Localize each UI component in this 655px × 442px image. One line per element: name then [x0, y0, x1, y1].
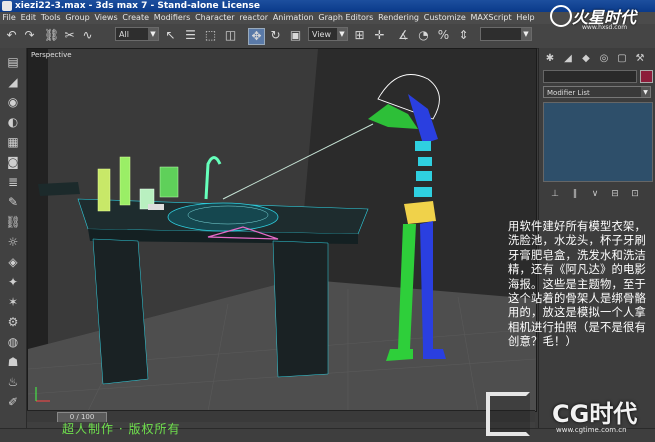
menu-animation[interactable]: Animation: [270, 12, 316, 24]
script-icon[interactable]: ✐: [5, 394, 21, 410]
rotate-icon[interactable]: ↻: [268, 28, 283, 43]
spinner-snap-icon[interactable]: ⇕: [456, 28, 471, 43]
menu-rendering[interactable]: Rendering: [376, 12, 422, 24]
select-object-icon[interactable]: ↖: [163, 28, 178, 43]
chevron-down-icon: ▼: [641, 87, 650, 97]
modifier-stack[interactable]: [543, 102, 653, 182]
angle-snap-icon[interactable]: ◔: [416, 28, 431, 43]
hierarchy-icon[interactable]: ◉: [5, 94, 21, 110]
move-icon[interactable]: ✥: [248, 28, 265, 45]
counter-leg-right: [272, 240, 329, 378]
app-icon: [2, 1, 12, 11]
menu-graph-editors[interactable]: Graph Editors: [316, 12, 376, 24]
chevron-down-icon: ▼: [337, 28, 347, 40]
brush-icon[interactable]: ✎: [5, 194, 21, 210]
link-icon[interactable]: ⛓: [44, 28, 59, 43]
menu-edit[interactable]: Edit: [18, 12, 38, 24]
spacewarp-icon[interactable]: ✶: [5, 294, 21, 310]
basin: [167, 202, 279, 232]
menu-modifiers[interactable]: Modifiers: [151, 12, 192, 24]
modifier-list-dropdown[interactable]: Modifier List ▼: [543, 86, 651, 98]
chevron-down-icon: ▼: [521, 28, 531, 40]
create-tab-icon[interactable]: ✱: [543, 52, 557, 66]
percent-snap-icon[interactable]: %: [436, 28, 451, 43]
object-color-swatch[interactable]: [640, 70, 653, 83]
menu-create[interactable]: Create: [120, 12, 151, 24]
menu-help[interactable]: Help: [514, 12, 537, 24]
render-icon[interactable]: ☗: [5, 354, 21, 370]
annotation-text: 用软件建好所有模型衣架，洗脸池，水龙头，杯子牙刷牙膏肥皂盒，洗发水和洗洁精，还有…: [508, 220, 646, 349]
select-by-name-icon[interactable]: ☰: [183, 28, 198, 43]
env-icon[interactable]: ♨: [5, 374, 21, 390]
scale-icon[interactable]: ▣: [288, 28, 303, 43]
chevron-down-icon: ▼: [148, 28, 158, 40]
menu-group[interactable]: Group: [63, 12, 92, 24]
window-crossing-icon[interactable]: ◫: [223, 28, 238, 43]
modify-icon[interactable]: ◢: [5, 74, 21, 90]
undo-icon[interactable]: ↶: [4, 28, 19, 43]
display-icon[interactable]: ▦: [5, 134, 21, 150]
cgtime-logo: CG时代 www.cgtime.com.cn: [480, 388, 655, 442]
create-icon[interactable]: ▤: [5, 54, 21, 70]
reference-coord-dropdown[interactable]: View ▼: [308, 27, 348, 41]
menu-reactor[interactable]: reactor: [237, 12, 270, 24]
system-icon[interactable]: ⚙: [5, 314, 21, 330]
show-end-result-icon[interactable]: ‖: [569, 188, 581, 200]
viewport-label[interactable]: Perspective: [31, 51, 72, 59]
menu-views[interactable]: Views: [92, 12, 120, 24]
configure-sets-icon[interactable]: ⊡: [629, 188, 641, 200]
pivot-center-icon[interactable]: ⊞: [352, 28, 367, 43]
display-tab-icon[interactable]: ▢: [615, 52, 629, 66]
cgtime-logo-mark: [486, 392, 530, 436]
hierarchy-tab-icon[interactable]: ◆: [579, 52, 593, 66]
link-tool-icon[interactable]: ⛓: [5, 214, 21, 230]
unlink-icon[interactable]: ✂: [62, 28, 77, 43]
utilities-icon[interactable]: ◙: [5, 154, 21, 170]
scene-render: [28, 49, 536, 411]
redo-icon[interactable]: ↷: [22, 28, 37, 43]
menu-file[interactable]: File: [0, 12, 18, 24]
soap-box: [148, 204, 164, 210]
snap-toggle-icon[interactable]: ∡: [396, 28, 411, 43]
pin-stack-icon[interactable]: ⊥: [549, 188, 561, 200]
layers-icon[interactable]: ≣: [5, 174, 21, 190]
hxsd-logo: 火星时代 www.hxsd.com: [538, 2, 655, 36]
toothbrush-cup: [159, 166, 179, 198]
app-window: xiezi22-3.max - 3ds max 7 - Stand-alone …: [0, 0, 655, 442]
utilities-tab-icon[interactable]: ⚒: [633, 52, 647, 66]
left-toolbar: ▤ ◢ ◉ ◐ ▦ ◙ ≣ ✎ ⛓ ☼ ◈ ✦ ✶ ⚙ ◍ ☗ ♨ ✐: [0, 48, 27, 428]
credit-text: 超人制作 · 版权所有: [62, 422, 181, 436]
modify-tab-icon[interactable]: ◢: [561, 52, 575, 66]
make-unique-icon[interactable]: ∨: [589, 188, 601, 200]
remove-modifier-icon[interactable]: ⊟: [609, 188, 621, 200]
hxsd-logo-mark: [550, 5, 572, 27]
motion-tab-icon[interactable]: ◎: [597, 52, 611, 66]
light-icon[interactable]: ☼: [5, 234, 21, 250]
detergent-bottle: [119, 156, 131, 206]
named-selection-dropdown[interactable]: ▼: [480, 27, 532, 41]
menu-tools[interactable]: Tools: [38, 12, 63, 24]
window-title: xiezi22-3.max - 3ds max 7 - Stand-alone …: [15, 1, 260, 11]
perspective-viewport[interactable]: Perspective: [27, 48, 537, 412]
menu-customize[interactable]: Customize: [421, 12, 468, 24]
select-manipulate-icon[interactable]: ✛: [372, 28, 387, 43]
material-icon[interactable]: ◍: [5, 334, 21, 350]
camera-icon[interactable]: ◈: [5, 254, 21, 270]
menu-maxscript[interactable]: MAXScript: [468, 12, 514, 24]
shampoo-bottle: [97, 168, 111, 212]
helper-icon[interactable]: ✦: [5, 274, 21, 290]
selection-filter-dropdown[interactable]: All ▼: [115, 27, 159, 41]
bind-space-warp-icon[interactable]: ∿: [80, 28, 95, 43]
object-name-field[interactable]: [543, 70, 637, 83]
region-select-icon[interactable]: ⬚: [203, 28, 218, 43]
menu-character[interactable]: Character: [193, 12, 237, 24]
motion-icon[interactable]: ◐: [5, 114, 21, 130]
